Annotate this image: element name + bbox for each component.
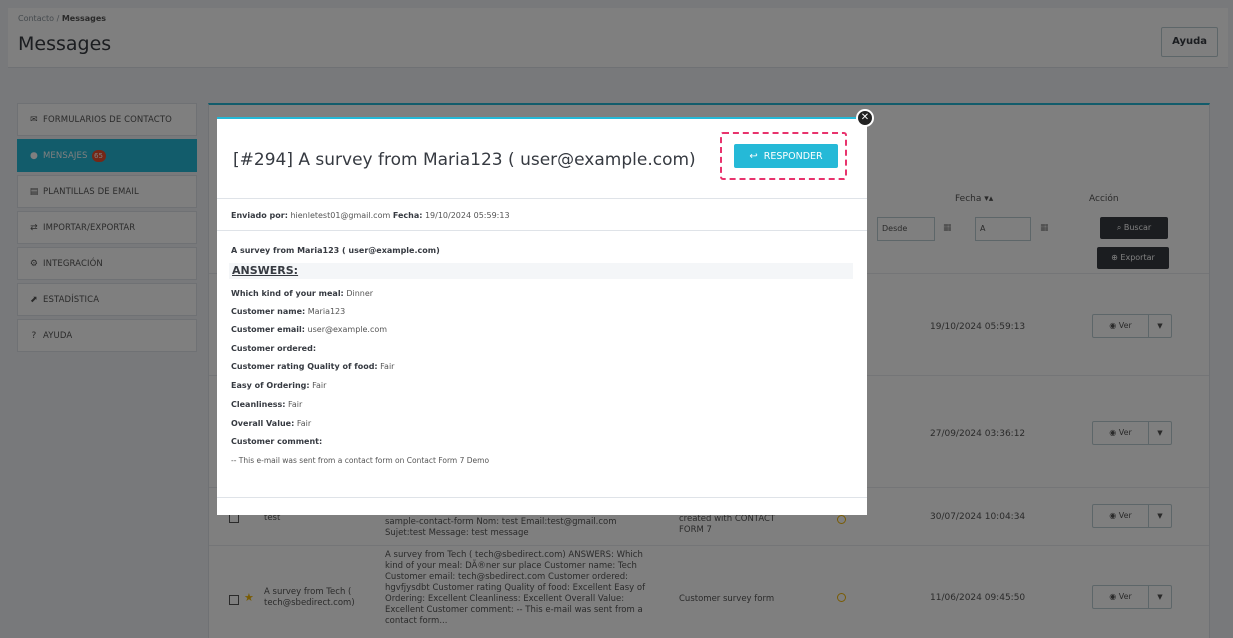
field-value: Fair [380,362,395,371]
reply-button-label: RESPONDER [763,150,823,162]
modal-header: [#294] A survey from Maria123 ( user@exa… [217,119,867,199]
field-value: Dinner [346,289,374,298]
message-footer-note: -- This e-mail was sent from a contact f… [231,456,490,465]
divider [217,230,867,231]
answer-field: Cleanliness: Fair [231,400,302,409]
divider [217,497,867,498]
field-label: Customer email: [231,325,305,334]
field-value: user@example.com [307,325,388,334]
field-label: Which kind of your meal: [231,289,344,298]
modal-title: [#294] A survey from Maria123 ( user@exa… [233,150,696,170]
field-label: Overall Value: [231,419,295,428]
reply-highlight: ↩ RESPONDER [720,132,847,180]
answer-field: Easy of Ordering: Fair [231,381,326,390]
field-value: Fair [312,381,327,390]
field-value: Fair [296,419,312,428]
answer-field: Customer rating Quality of food: Fair [231,362,394,371]
field-label: Customer comment: [231,437,323,446]
answer-field: Customer ordered: [231,344,316,353]
field-label: Easy of Ordering: [231,381,310,390]
reply-button[interactable]: ↩ RESPONDER [734,144,838,168]
field-label: Customer name: [231,307,306,316]
message-body-title: A survey from Maria123 ( user@example.co… [231,246,440,255]
answer-field: Which kind of your meal: Dinner [231,289,373,298]
answer-field: Customer comment: [231,437,322,446]
date-label: Fecha: [392,211,423,220]
answer-field: Customer email: user@example.com [231,325,387,334]
field-label: Cleanliness: [231,400,286,409]
close-icon[interactable]: ✕ [856,109,874,127]
field-label: Customer rating Quality of food: [231,362,378,371]
sent-by-value: hienletest01@gmail.com [290,211,391,220]
message-meta: Enviado por: hienletest01@gmail.com Fech… [231,211,510,220]
answer-field: Overall Value: Fair [231,419,311,428]
sent-by-label: Enviado por: [231,211,288,220]
field-value: Maria123 [307,307,346,316]
answer-field: Customer name: Maria123 [231,307,345,316]
reply-icon: ↩ [749,150,758,162]
date-value: 19/10/2024 05:59:13 [424,211,510,220]
message-modal: [#294] A survey from Maria123 ( user@exa… [217,117,867,515]
answers-heading: ANSWERS: [232,264,299,277]
field-label: Customer ordered: [231,344,317,353]
answers-bar: ANSWERS: [229,263,853,279]
field-value: Fair [288,400,303,409]
